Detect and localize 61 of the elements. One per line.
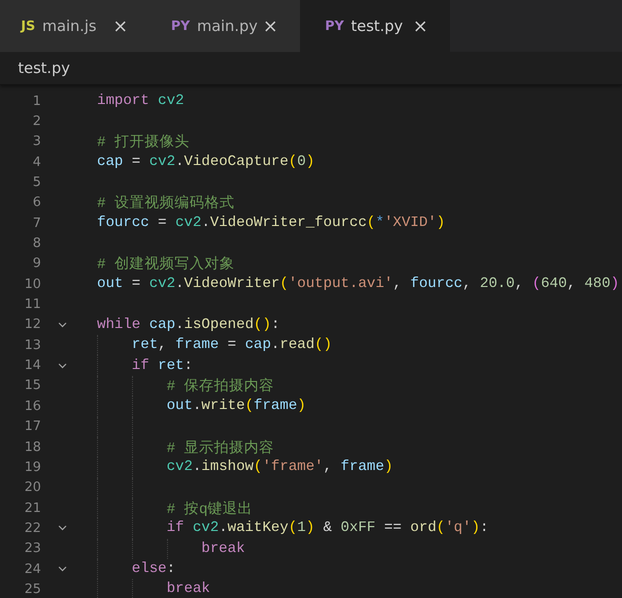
line-number: 13 — [23, 338, 41, 353]
line-number: 18 — [23, 440, 41, 455]
code-line: while cap.isOpened(): — [97, 316, 280, 333]
close-button[interactable]: × — [260, 16, 280, 36]
close-button[interactable]: × — [410, 16, 430, 36]
line-number: 22 — [23, 520, 41, 536]
chevron-icon[interactable] — [58, 322, 67, 328]
line-number: 17 — [23, 419, 41, 434]
code-line: break — [166, 581, 210, 598]
line-number: 14 — [23, 358, 41, 374]
line-number: 1 — [32, 94, 41, 109]
line-number: 10 — [23, 276, 41, 292]
code-line: # 创建视频写入对象 — [97, 255, 234, 274]
code-line: out.write(frame) — [166, 398, 306, 414]
code-line: # 设置视频编码格式 — [97, 194, 234, 212]
tab-label: test.py — [350, 17, 403, 35]
line-number: 23 — [23, 541, 41, 556]
line-number: 3 — [32, 134, 41, 150]
line-number: 2 — [32, 114, 41, 130]
line-number: 6 — [32, 195, 41, 210]
code-line: # 打开摄像头 — [97, 133, 190, 152]
close-button[interactable]: × — [110, 16, 130, 36]
file-type-label: PY — [171, 18, 190, 34]
code-line: ret, frame = cap.read() — [132, 337, 332, 354]
code-line: out = cv2.VideoWriter('output.avi', fourcc, 20.0, (640, 480) — [97, 276, 620, 292]
code-line: # 按q键退出 — [166, 500, 253, 518]
tab-label: main.js — [42, 17, 96, 35]
editor-tab[interactable]: PY main.py × — [150, 0, 300, 52]
code-line: else: — [132, 561, 176, 578]
line-number: 21 — [23, 500, 41, 516]
editor-tab[interactable]: JS main.js × — [0, 0, 150, 52]
line-number: 5 — [32, 175, 41, 190]
line-number: 20 — [23, 480, 41, 496]
code-line: cv2.imshow('frame', frame) — [166, 459, 393, 476]
line-number: 11 — [23, 297, 41, 312]
code-line: cap = cv2.VideoCapture(0) — [97, 154, 315, 170]
editor-tab[interactable]: PY test.py × — [300, 0, 450, 52]
line-number: 15 — [23, 378, 41, 394]
code-line: if cv2.waitKey(1) & 0xFF == ord('q'): — [166, 520, 489, 536]
code-line: import cv2 — [97, 93, 184, 110]
code-line: break — [201, 540, 245, 557]
chevron-icon[interactable] — [58, 362, 67, 369]
code-line: fourcc = cv2.VideoWriter_fourcc(*'XVID') — [97, 215, 446, 232]
line-number: 16 — [23, 398, 41, 414]
line-number: 9 — [32, 256, 41, 272]
code-line: # 保存拍摄内容 — [166, 376, 274, 396]
line-number: 19 — [23, 460, 41, 475]
line-number: 7 — [32, 216, 41, 231]
file-type-label: PY — [325, 18, 344, 34]
file-type-label: JS — [21, 18, 36, 34]
tab-label: main.py — [196, 17, 258, 35]
line-number: 25 — [23, 582, 41, 597]
line-number: 24 — [23, 562, 41, 577]
code-line: if ret: — [132, 358, 193, 374]
line-number: 8 — [32, 236, 41, 252]
breadcrumb[interactable]: test.py — [18, 59, 70, 77]
chevron-icon[interactable] — [58, 525, 67, 532]
chevron-icon[interactable] — [58, 566, 67, 572]
line-number: 4 — [32, 154, 41, 170]
line-number: 12 — [23, 317, 41, 332]
code-line: # 显示拍摄内容 — [166, 438, 274, 457]
